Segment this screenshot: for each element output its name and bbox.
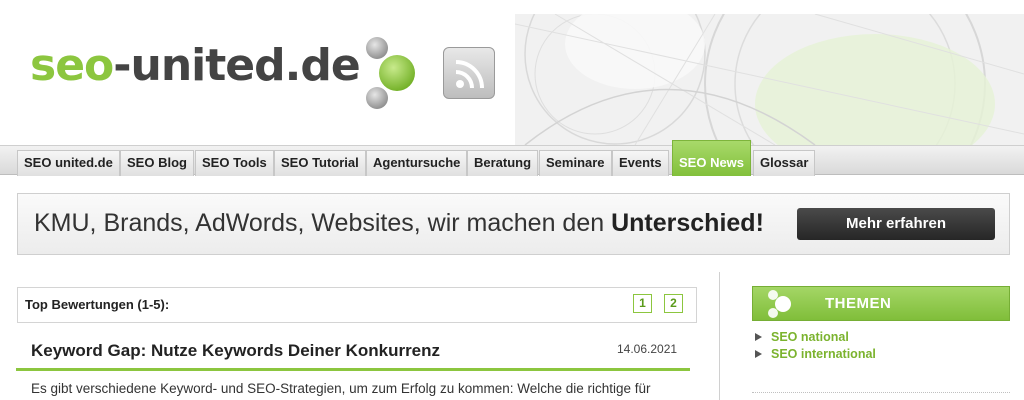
themen-list: SEO national SEO international	[755, 330, 876, 364]
article-title[interactable]: Keyword Gap: Nutze Keywords Deiner Konku…	[31, 341, 440, 361]
nav-item-seo-news[interactable]: SEO News	[672, 140, 752, 176]
themen-logo-icon	[768, 290, 791, 318]
themen-title: THEMEN	[825, 295, 892, 312]
article-divider	[16, 368, 690, 371]
nav-item-agentursuche[interactable]: Agentursuche	[366, 150, 468, 176]
nav-item-seo-united[interactable]: SEO united.de	[17, 150, 120, 176]
banner-text-bold: Unterschied!	[611, 209, 764, 237]
nav-item-glossar[interactable]: Glossar	[753, 150, 816, 176]
arrow-right-icon	[755, 333, 762, 341]
logo-text-dark: -united.de	[113, 40, 360, 91]
nav-item-events[interactable]: Events	[612, 150, 669, 176]
page-button-1[interactable]: 1	[633, 294, 652, 313]
logo-mark-icon	[366, 37, 415, 109]
themen-item-label: SEO international	[771, 347, 876, 361]
nav-item-seo-tutorial[interactable]: SEO Tutorial	[274, 150, 366, 176]
rss-button[interactable]	[443, 47, 495, 99]
top-ratings-box: Top Bewertungen (1-5): 1 2	[17, 287, 697, 323]
themen-item-label: SEO national	[771, 330, 849, 344]
logo-text-green: seo	[30, 40, 114, 91]
nav-item-seminare[interactable]: Seminare	[539, 150, 612, 176]
themen-item-seo-international[interactable]: SEO international	[755, 347, 876, 364]
page-button-2[interactable]: 2	[664, 294, 683, 313]
banner-text-plain: KMU, Brands, AdWords, Websites, wir mach…	[34, 209, 612, 237]
sidebar-divider	[752, 392, 1010, 393]
arrow-right-icon	[755, 350, 762, 358]
nav-item-seo-blog[interactable]: SEO Blog	[120, 150, 194, 176]
themen-header: THEMEN	[752, 286, 1010, 321]
top-ratings-title: Top Bewertungen (1-5):	[25, 297, 170, 312]
promo-banner[interactable]: KMU, Brands, AdWords, Websites, wir mach…	[17, 193, 1010, 255]
article-excerpt: Es gibt verschiedene Keyword- und SEO-St…	[31, 381, 651, 396]
article-date: 14.06.2021	[617, 342, 678, 356]
themen-item-seo-national[interactable]: SEO national	[755, 330, 876, 347]
nav-item-beratung[interactable]: Beratung	[467, 150, 539, 176]
rss-feed-icon	[455, 60, 484, 89]
main-navigation: SEO united.de SEO Blog SEO Tools SEO Tut…	[0, 140, 1024, 176]
mehr-erfahren-button[interactable]: Mehr erfahren	[797, 208, 995, 240]
header-decoration	[515, 14, 1024, 145]
site-header: seo-united.de	[0, 0, 1024, 145]
column-divider	[719, 272, 720, 400]
banner-text: KMU, Brands, AdWords, Websites, wir mach…	[34, 209, 764, 238]
nav-item-seo-tools[interactable]: SEO Tools	[195, 150, 274, 176]
site-logo[interactable]: seo-united.de	[30, 44, 361, 88]
